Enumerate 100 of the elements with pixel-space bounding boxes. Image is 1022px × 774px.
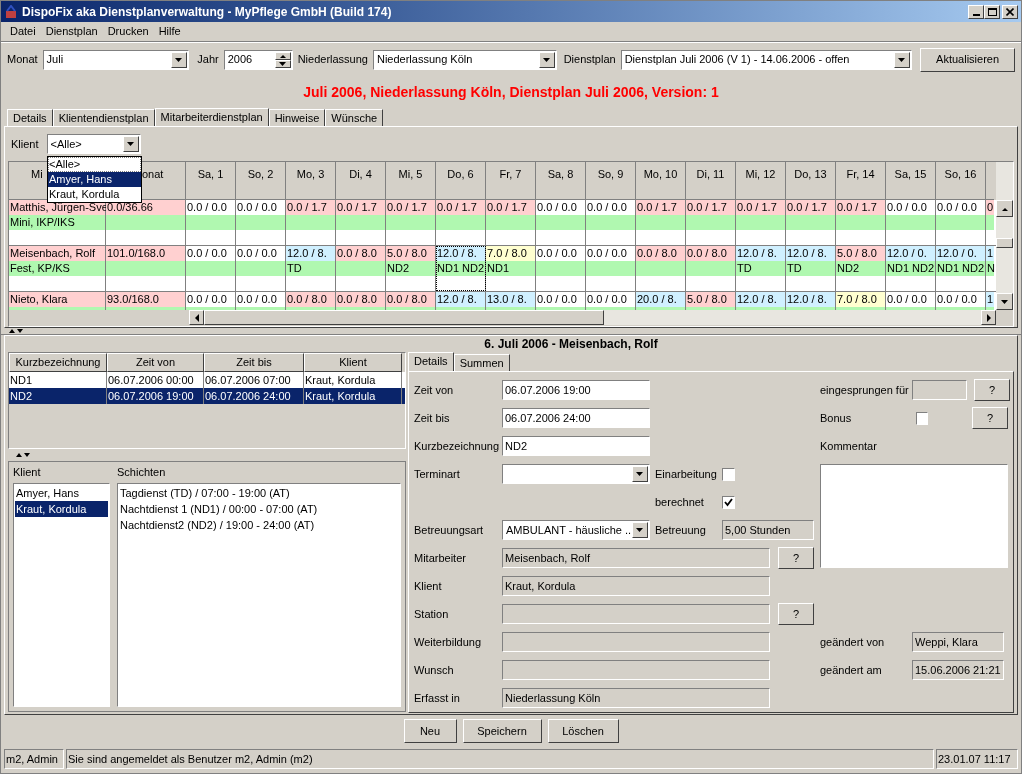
day-cell[interactable]: 0.0 / 1.7 bbox=[786, 200, 836, 245]
column-header[interactable]: Zeit bis bbox=[204, 353, 304, 372]
minimize-button[interactable] bbox=[968, 4, 984, 19]
day-cell[interactable]: 0.0 / 0.0 bbox=[236, 246, 286, 291]
column-header[interactable]: Klient bbox=[304, 353, 402, 372]
horizontal-scrollbar[interactable] bbox=[189, 310, 996, 325]
day-cell[interactable]: 0.0 / 0.0 bbox=[936, 292, 986, 310]
help-button[interactable]: ? bbox=[974, 379, 1010, 401]
day-cell[interactable]: 5.0 / 8.0 bbox=[686, 292, 736, 310]
action-button[interactable]: Neu bbox=[403, 719, 457, 743]
day-cell[interactable]: 0.0 / 0.0 bbox=[186, 246, 236, 291]
day-cell[interactable]: 0.0 / 0.0 bbox=[886, 200, 936, 245]
day-cell[interactable]: 12.0 / 8. ND1 ND2 bbox=[436, 246, 486, 291]
day-cell[interactable]: 0.0 / 8.0 bbox=[286, 292, 336, 310]
checkbox[interactable] bbox=[915, 411, 929, 425]
dropdown-button[interactable] bbox=[171, 51, 188, 68]
dropdown-field[interactable]: AMBULANT - häusliche ... bbox=[502, 520, 650, 540]
scroll-up-button[interactable] bbox=[996, 200, 1013, 217]
day-cell[interactable]: 0.0 / 0.0 bbox=[536, 246, 586, 291]
dropdown-field[interactable] bbox=[502, 464, 650, 484]
dropdown-field[interactable]: Dienstplan Juli 2006 (V 1) - 14.06.2006 - offen bbox=[620, 49, 913, 70]
day-cell[interactable]: 0.0 / 1.7 bbox=[286, 200, 336, 245]
client-dropdown[interactable]: <Alle> bbox=[46, 134, 141, 154]
day-cell[interactable]: 0.0 / 0.0 bbox=[586, 292, 636, 310]
list-item[interactable]: Amyer, Hans bbox=[15, 485, 108, 501]
day-cell[interactable]: 0.0 / 8.0 bbox=[636, 246, 686, 291]
tab[interactable]: Summen bbox=[453, 354, 510, 371]
day-cell[interactable]: 0.0 / 0.0 bbox=[586, 200, 636, 245]
day-cell[interactable]: 13.0 / 8. bbox=[486, 292, 536, 310]
help-button[interactable]: ? bbox=[778, 603, 814, 625]
spinner-field[interactable]: 2006 bbox=[223, 49, 293, 70]
day-cell[interactable]: 0.0 / 0.0 bbox=[936, 200, 986, 245]
action-button[interactable]: Löschen bbox=[547, 719, 619, 743]
dropdown-button[interactable] bbox=[632, 522, 648, 538]
day-cell[interactable]: 0.0 / 1.7 bbox=[436, 200, 486, 245]
day-cell[interactable]: 0.0 / 0.0 bbox=[186, 292, 236, 310]
day-cell[interactable]: 0.0 / 1.7 bbox=[836, 200, 886, 245]
dropdown-field[interactable]: Juli bbox=[42, 49, 190, 70]
day-cell[interactable]: 0.0 / 0.0 bbox=[536, 200, 586, 245]
day-cell[interactable]: 12.0 / 8. bbox=[786, 292, 836, 310]
day-cell[interactable]: 12.0 / 8. TD bbox=[736, 246, 786, 291]
day-cell[interactable]: 0.0 / 1.7 bbox=[736, 200, 786, 245]
scroll-right-button[interactable] bbox=[981, 310, 996, 325]
day-cell[interactable]: 0.0 / 8.0 bbox=[336, 246, 386, 291]
scroll-thumb[interactable] bbox=[204, 310, 604, 325]
tab[interactable]: Details bbox=[7, 109, 53, 126]
list-item[interactable]: Kraut, Kordula bbox=[15, 501, 108, 517]
table-row[interactable]: ND1 06.07.2006 00:00 06.07.2006 07:00 Kraut, Kordula bbox=[9, 372, 405, 388]
tab[interactable]: Details bbox=[408, 352, 454, 371]
dropdown-option[interactable]: Amyer, Hans bbox=[48, 172, 141, 187]
day-cell[interactable]: 0.0 / 0.0 bbox=[186, 200, 236, 245]
day-cell[interactable]: 12.0 / 0. ND1 ND2 bbox=[886, 246, 936, 291]
day-cell[interactable]: 5.0 / 8.0 ND2 bbox=[386, 246, 436, 291]
close-button[interactable] bbox=[1002, 4, 1018, 19]
dropdown-field[interactable]: Niederlassung Köln bbox=[372, 49, 557, 70]
scroll-left-button[interactable] bbox=[189, 310, 204, 325]
dropdown-button[interactable] bbox=[632, 466, 648, 482]
day-cell[interactable]: 0.0 / 0.0 bbox=[586, 246, 636, 291]
dropdown-button[interactable] bbox=[894, 51, 911, 68]
day-cell[interactable]: 0.0 / 0.0 bbox=[236, 200, 286, 245]
tab[interactable]: Wünsche bbox=[325, 109, 384, 126]
spin-down-button[interactable] bbox=[274, 59, 291, 68]
action-button[interactable]: Speichern bbox=[462, 719, 542, 743]
menu-item[interactable]: Dienstplan bbox=[40, 23, 103, 40]
day-cell[interactable]: 0.0 / 1.7 bbox=[686, 200, 736, 245]
day-cell[interactable]: 0.0 / 8.0 bbox=[686, 246, 736, 291]
day-cell[interactable]: 12.0 / 8. bbox=[436, 292, 486, 310]
day-cell[interactable]: 0.0 / 1.7 bbox=[386, 200, 436, 245]
list-item[interactable]: Tagdienst (TD) / 07:00 - 19:00 (AT) bbox=[119, 485, 399, 501]
day-cell[interactable]: 0.0 / 8.0 bbox=[386, 292, 436, 310]
day-cell[interactable]: 12.0 / 8. TD bbox=[786, 246, 836, 291]
day-cell[interactable]: 0.0 / 1.7 bbox=[336, 200, 386, 245]
help-button[interactable]: ? bbox=[972, 407, 1008, 429]
column-header[interactable]: Kurzbezeichnung bbox=[9, 353, 107, 372]
day-cell[interactable]: 0.0 / 0.0 bbox=[536, 292, 586, 310]
day-cell[interactable]: 0.0 / 0.0 bbox=[236, 292, 286, 310]
day-cell[interactable]: 0.0 / 0.0 bbox=[886, 292, 936, 310]
help-button[interactable]: ? bbox=[778, 547, 814, 569]
day-cell[interactable]: 12.0 / 0. ND1 ND2 bbox=[936, 246, 986, 291]
list-item[interactable]: Nachtdienst 1 (ND1) / 00:00 - 07:00 (AT) bbox=[119, 501, 399, 517]
refresh-button[interactable]: Aktualisieren bbox=[920, 47, 1015, 72]
checkbox[interactable] bbox=[722, 467, 735, 481]
list-item[interactable]: Nachtdienst2 (ND2) / 19:00 - 24:00 (AT) bbox=[119, 517, 399, 533]
menu-item[interactable]: Drucken bbox=[102, 23, 154, 40]
dropdown-button[interactable] bbox=[538, 51, 555, 68]
maximize-button[interactable] bbox=[984, 4, 1000, 19]
day-cell[interactable]: 0.0 / 8.0 bbox=[336, 292, 386, 310]
tab[interactable]: Klientendienstplan bbox=[52, 109, 155, 126]
scroll-thumb[interactable] bbox=[996, 238, 1013, 248]
vertical-scrollbar[interactable] bbox=[996, 162, 1013, 310]
day-cell[interactable]: 0.0 / 1.7 bbox=[636, 200, 686, 245]
day-cell[interactable]: 20.0 / 8. bbox=[636, 292, 686, 310]
day-cell[interactable]: 7.0 / 8.0 ND1 bbox=[486, 246, 536, 291]
column-header[interactable]: Zeit von bbox=[107, 353, 204, 372]
table-row[interactable]: ND2 06.07.2006 19:00 06.07.2006 24:00 Kraut, Kordula bbox=[9, 388, 405, 404]
menu-item[interactable]: Datei bbox=[5, 23, 41, 40]
day-cell[interactable]: 7.0 / 8.0 bbox=[836, 292, 886, 310]
text-field[interactable]: 06.07.2006 24:00 bbox=[502, 408, 650, 428]
tab[interactable]: Hinweise bbox=[268, 109, 326, 126]
day-cell[interactable]: 5.0 / 8.0 ND2 bbox=[836, 246, 886, 291]
